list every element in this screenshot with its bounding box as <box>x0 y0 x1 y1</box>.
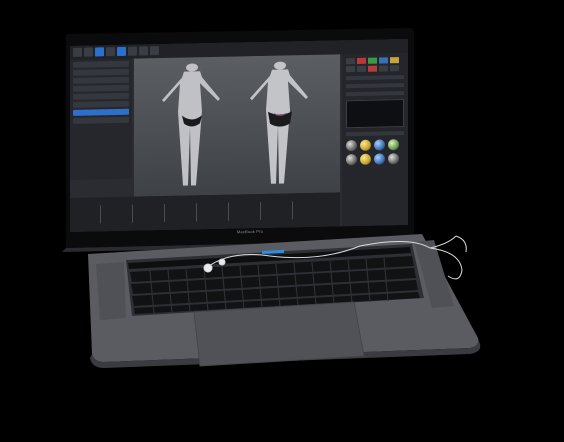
outliner-row[interactable] <box>73 60 129 68</box>
tool-button[interactable] <box>73 47 82 57</box>
speaker-grill-left <box>96 262 126 320</box>
timeline-tick <box>292 201 293 220</box>
material-sphere[interactable] <box>346 139 357 152</box>
timeline-tick <box>196 203 197 222</box>
model-figure-front <box>162 63 220 186</box>
timeline-tick <box>100 205 101 224</box>
timeline-tick <box>260 201 261 221</box>
material-sphere[interactable] <box>360 153 371 165</box>
material-sphere[interactable] <box>346 153 357 166</box>
outliner-row-selected[interactable] <box>73 108 129 116</box>
laptop-scene: MacBook Pro <box>0 0 564 442</box>
material-sphere[interactable] <box>388 139 399 151</box>
viewport-canvas <box>162 61 308 186</box>
tool-button[interactable] <box>106 47 115 57</box>
outliner-row[interactable] <box>73 68 129 76</box>
property-row[interactable] <box>346 75 404 81</box>
tool-button-active[interactable] <box>117 46 126 57</box>
timeline-tick <box>164 204 165 223</box>
property-row[interactable] <box>346 83 404 89</box>
tool-button-active[interactable] <box>95 47 104 57</box>
property-row[interactable] <box>346 131 404 137</box>
material-sphere[interactable] <box>388 153 399 165</box>
trackpad[interactable] <box>193 301 365 367</box>
model-figure-back <box>250 61 308 184</box>
tool-button[interactable] <box>84 47 93 57</box>
material-sphere[interactable] <box>360 139 371 151</box>
render-preview <box>346 99 404 129</box>
3d-viewport[interactable] <box>134 54 340 197</box>
timeline-tick <box>228 202 229 221</box>
outliner-row[interactable] <box>73 100 129 108</box>
material-sphere[interactable] <box>374 153 385 165</box>
tool-button[interactable] <box>128 46 137 56</box>
animation-timeline[interactable] <box>70 192 340 232</box>
laptop-screen <box>70 38 408 233</box>
tool-button[interactable] <box>150 46 159 56</box>
outliner-row[interactable] <box>73 84 129 92</box>
outliner-row[interactable] <box>73 116 129 124</box>
scene-outliner <box>70 58 132 180</box>
color-swatches[interactable] <box>346 57 404 73</box>
timeline-tick <box>132 204 133 223</box>
properties-panel <box>342 52 408 227</box>
material-sphere[interactable] <box>374 139 385 151</box>
property-row[interactable] <box>346 91 404 97</box>
outliner-row[interactable] <box>73 92 129 100</box>
material-library[interactable] <box>346 139 404 166</box>
tool-button[interactable] <box>139 46 148 56</box>
outliner-row[interactable] <box>73 76 129 84</box>
